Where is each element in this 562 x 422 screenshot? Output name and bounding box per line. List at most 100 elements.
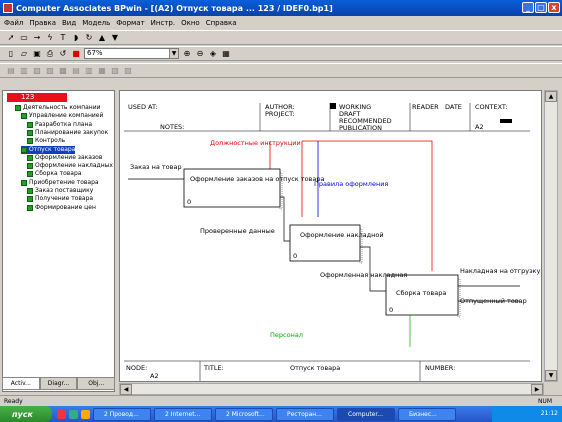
task-4[interactable]: Ресторан... [276,407,334,421]
model-toolbar: ▤ ▥ ▧ ▨ ▩ ▤ ▥ ▦ ▧ ▨ [0,63,562,78]
menu-window[interactable]: Окно [181,19,200,27]
menu-view[interactable]: Вид [62,19,76,27]
model-explorer: 123 Деятельность компании Управление комп… [2,90,115,392]
tree-item[interactable]: Получение товара [27,195,93,203]
task-2[interactable]: 2 Internet... [154,407,212,421]
save-icon[interactable]: ▣ [32,49,42,59]
horizontal-scrollbar[interactable]: ◀ ▶ [119,383,544,395]
tree-item[interactable]: Управление компанией [21,112,103,120]
opera-icon[interactable] [57,409,66,419]
tool-e-icon[interactable]: ▩ [58,66,68,76]
tool-h-icon[interactable]: ▦ [97,66,107,76]
tree-item[interactable]: Разработка плана [27,121,92,129]
mechanism-arrow: Персонал [270,315,411,347]
tree-item[interactable]: Деятельность компании [15,104,101,112]
new-file-icon[interactable]: ▯ [6,49,16,59]
arrow-tool-icon[interactable]: → [32,33,42,43]
header-project: PROJECT: [265,110,295,118]
open-file-icon[interactable]: ▱ [19,49,29,59]
label-out3b: Отпущенный товар [460,297,527,305]
zoom-out-icon[interactable]: ⊖ [195,49,205,59]
scroll-right-button[interactable]: ▶ [531,384,543,395]
color-palette-icon[interactable]: ■ [71,49,81,59]
refresh-icon[interactable]: ↺ [58,49,68,59]
close-button[interactable]: x [548,2,560,13]
task-1[interactable]: 2 Провод... [93,407,151,421]
vertical-scrollbar[interactable]: ▲ ▼ [544,90,558,382]
scroll-down-button[interactable]: ▼ [545,370,557,381]
scroll-left-button[interactable]: ◀ [120,384,132,395]
text-tool-icon[interactable]: T [58,33,68,43]
label-control-red: Должностные инструкции [210,139,301,147]
scroll-up-button[interactable]: ▲ [545,91,557,102]
maximize-button[interactable]: □ [535,2,547,13]
ie-icon[interactable] [69,409,78,419]
tree-item[interactable]: Оформление накладных [27,162,113,170]
go-up-icon[interactable]: ▲ [97,33,107,43]
label-out3a: Накладная на отгрузку [460,267,540,275]
zoom-value: 67% [87,49,103,57]
menu-bar: Файл Правка Вид Модель Формат Инстр. Окн… [0,16,562,29]
minimize-button[interactable]: _ [522,2,534,13]
tab-diagrams[interactable]: Diagr... [39,377,78,390]
tree-item[interactable]: Заказ поставщику [27,187,93,195]
task-3[interactable]: 2 Microsoft... [215,407,273,421]
go-down-icon[interactable]: ▼ [110,33,120,43]
task-6[interactable]: Бизнес... [398,407,456,421]
tool-a-icon[interactable]: ▤ [6,66,16,76]
box-2-num: 0 [293,252,297,260]
tree-item[interactable]: Отпуск товара [21,145,76,154]
menu-edit[interactable]: Правка [29,19,56,27]
activity-box-2[interactable]: Оформление накладной 0 [289,224,384,264]
title-bar: Computer Associates BPwin - [(A2) Отпуск… [0,0,562,16]
diagram-canvas[interactable]: USED AT: AUTHOR: PROJECT: NOTES: WORKING… [119,90,542,382]
tree-item[interactable]: Приобретение товара [21,179,99,187]
menu-tools[interactable]: Инстр. [151,19,175,27]
tool-d-icon[interactable]: ▨ [45,66,55,76]
go-to-sibling-icon[interactable]: ↻ [84,33,94,43]
activity-icon [27,171,33,178]
box-tool-icon[interactable]: ▭ [19,33,29,43]
tool-c-icon[interactable]: ▧ [32,66,42,76]
tool-b-icon[interactable]: ▥ [19,66,29,76]
model-explorer-icon[interactable]: ◈ [208,49,218,59]
pointer-tool-icon[interactable]: ➚ [6,33,16,43]
tree-item-label: Формирование цен [35,203,96,211]
tab-activities[interactable]: Activ... [2,377,40,390]
tree-item-label: Отпуск товара [29,145,76,153]
tree-item[interactable]: Планирование закупок [27,129,108,137]
activity-box-1[interactable]: Оформление заказов на отпуск товара 0 [183,168,324,210]
menu-file[interactable]: Файл [4,19,23,27]
squiggle-tool-icon[interactable]: ϟ [45,33,55,43]
tree-item[interactable]: Оформление заказов [27,154,102,162]
zoom-in-icon[interactable]: ⊕ [182,49,192,59]
menu-model[interactable]: Модель [82,19,110,27]
activity-box-3[interactable]: Сборка товара 0 [385,274,461,318]
tree-item-label: Получение товара [35,195,94,203]
tool-g-icon[interactable]: ▥ [84,66,94,76]
box-1-label: Оформление заказов на отпуск товара [190,175,324,183]
menu-format[interactable]: Формат [116,19,144,27]
diagram-dictionary-icon[interactable]: ◗ [71,33,81,43]
menu-help[interactable]: Справка [206,19,237,27]
activity-icon [21,146,27,153]
tool-j-icon[interactable]: ▨ [123,66,133,76]
tree-item[interactable]: Формирование цен [27,204,96,212]
tool-f-icon[interactable]: ▤ [71,66,81,76]
print-icon[interactable]: ⎙ [45,49,55,59]
tree-item[interactable]: Сборка товара [27,170,81,178]
tool-i-icon[interactable]: ▧ [110,66,120,76]
tree-item[interactable]: Контроль [27,137,65,145]
app-icon [3,3,13,13]
tree-root-123[interactable]: 123 [7,93,67,102]
mail-icon[interactable] [81,409,90,419]
header-reader: READER [412,103,439,111]
footer-title: TITLE: [203,364,224,372]
label-control-blue: Правила оформления [314,180,388,188]
header-context: CONTEXT: [475,103,507,111]
start-button[interactable]: пуск [0,406,52,422]
zoom-select[interactable]: 67% ▼ [84,48,179,59]
tab-objects[interactable]: Obj... [77,377,116,390]
report-icon[interactable]: ▦ [221,49,231,59]
task-5[interactable]: Computer... [337,407,395,421]
